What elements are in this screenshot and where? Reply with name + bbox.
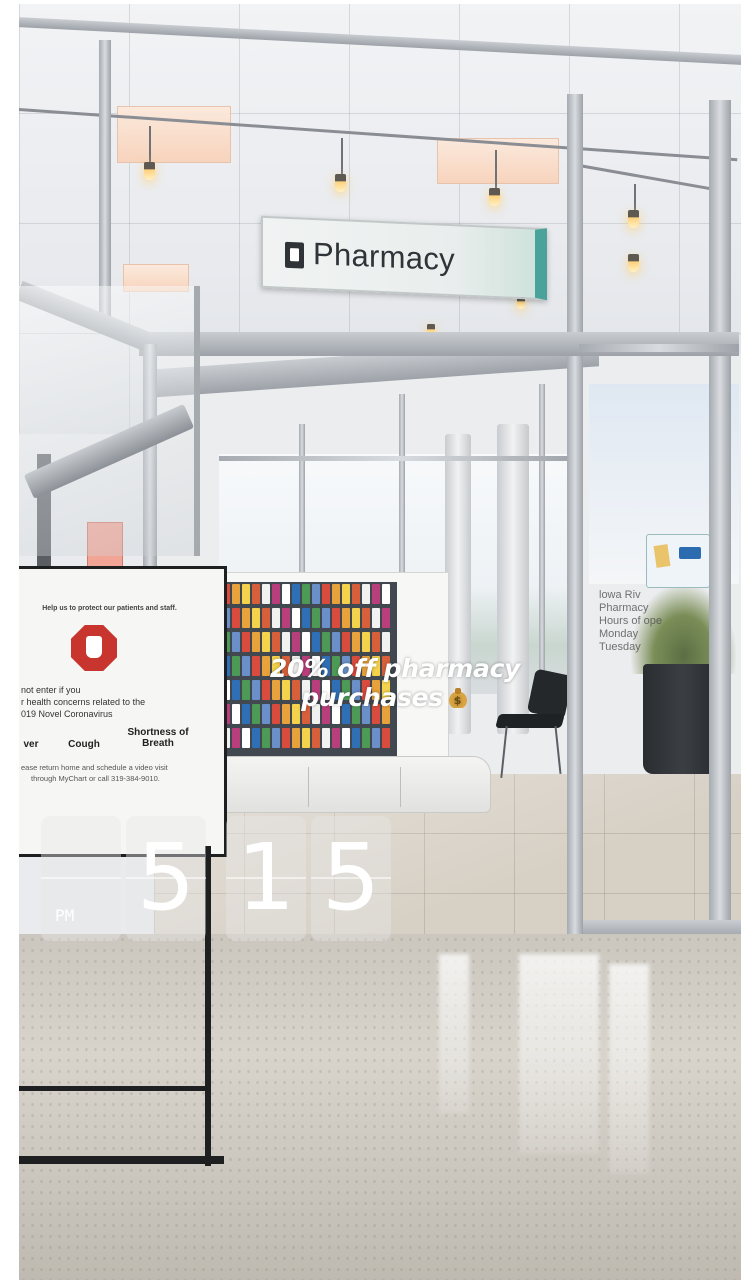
symptom-label: Shortness of Breath bbox=[127, 727, 189, 749]
notice-footer: through MyChart or call 319-384-9010. bbox=[31, 774, 160, 783]
clock-ampm: PM bbox=[55, 906, 75, 925]
window-notice bbox=[646, 534, 710, 588]
symptom-label: ver bbox=[23, 739, 39, 750]
clock-digit: 5 bbox=[136, 824, 196, 931]
door-frame-right bbox=[709, 100, 731, 930]
notice-footer: ease return home and schedule a video vi… bbox=[21, 763, 168, 772]
clock-tile-hour-ones: 5 bbox=[126, 816, 206, 941]
cabinet bbox=[217, 756, 491, 813]
clock-digit: 5 bbox=[321, 824, 381, 931]
caption-line-1: 20% off pharmacy bbox=[269, 654, 521, 683]
shelf-products-row bbox=[222, 632, 390, 652]
door-frame-center bbox=[567, 94, 583, 944]
notice-heading: Help us to protect our patients and staf… bbox=[42, 605, 177, 612]
clock-tile-minute-tens: 1 bbox=[226, 816, 306, 941]
pharmacy-sign: Pharmacy bbox=[261, 215, 547, 301]
pharmacy-icon bbox=[285, 241, 304, 269]
clock-tile-minute-ones: 5 bbox=[311, 816, 391, 941]
money-bag-icon bbox=[448, 688, 467, 708]
shelf-products-row bbox=[222, 608, 390, 628]
shelf-products-row bbox=[222, 584, 390, 604]
window-hours-text: lowa Riv Pharmacy Hours of ope Monday Tu… bbox=[599, 589, 662, 653]
clock-tile-hour-tens: PM bbox=[41, 816, 121, 941]
clock-digit: 1 bbox=[236, 824, 296, 931]
symptom-label: Cough bbox=[68, 739, 100, 750]
story-photo: lowa Riv Pharmacy Hours of ope Monday Tu… bbox=[19, 4, 741, 1280]
pharmacy-sign-label: Pharmacy bbox=[313, 236, 455, 278]
shelf-products-row bbox=[222, 728, 390, 748]
caption-line-2: purchases bbox=[301, 683, 443, 712]
story-caption: 20% off pharmacy purchases bbox=[19, 654, 741, 712]
